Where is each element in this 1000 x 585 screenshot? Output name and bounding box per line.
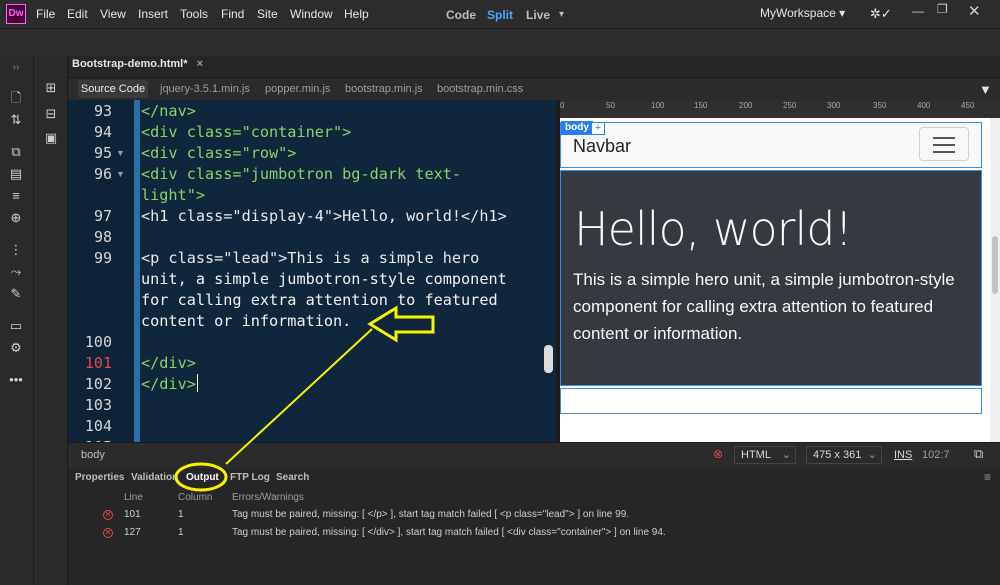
annotation-circle [174, 462, 228, 492]
annotation-line [225, 328, 373, 465]
annotation-arrow-icon [367, 305, 435, 343]
annotation-overlay [174, 305, 435, 492]
